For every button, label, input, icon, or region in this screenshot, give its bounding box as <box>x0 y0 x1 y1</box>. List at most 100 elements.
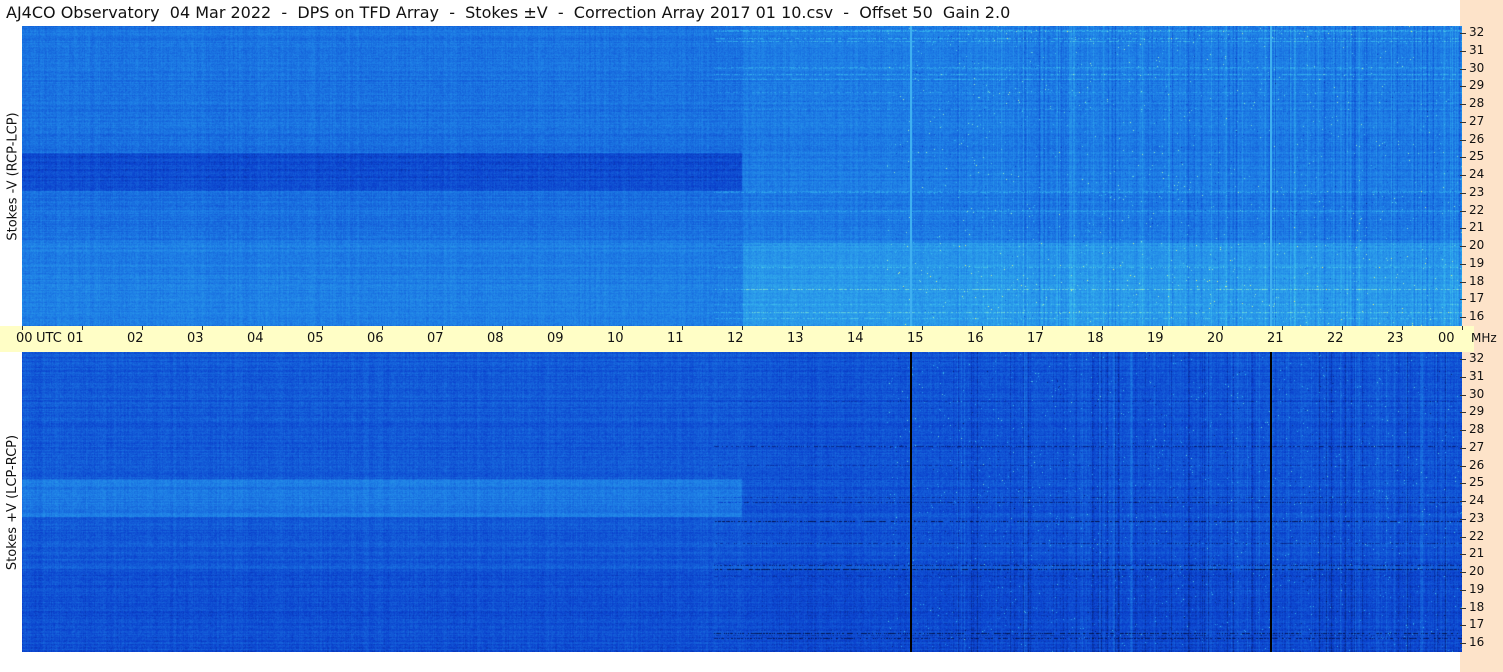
utc-tick-label: 03 <box>187 331 204 346</box>
utc-tick-mark <box>1042 326 1043 330</box>
mhz-tick-mark <box>1460 554 1466 556</box>
vertical-marker-line <box>1270 26 1272 326</box>
mhz-tick-label: 30 <box>1469 60 1485 75</box>
mhz-tick-mark <box>1460 607 1466 609</box>
mhz-tick-mark <box>1460 589 1466 591</box>
utc-tick-label: 19 <box>1147 331 1164 346</box>
utc-tick-mark <box>1282 326 1283 330</box>
top-panel-ylabel-text: Stokes -V (RCP-LCP) <box>5 111 21 241</box>
mhz-tick-mark <box>1460 430 1466 431</box>
vertical-marker-line <box>910 26 912 326</box>
mhz-tick-mark <box>1460 359 1466 360</box>
mhz-tick-label: 25 <box>1469 149 1485 164</box>
mhz-tick-mark <box>1460 50 1466 52</box>
spectrogram-canvas-bottom <box>22 352 1462 652</box>
utc-tick-mark <box>622 326 623 330</box>
utc-time-axis: 00 UTC 01 02 03 04 05 06 07 08 09 10 11 12 13 14 15 16 17 1… <box>0 326 1474 352</box>
mhz-tick-label: 16 <box>1469 635 1485 649</box>
mhz-tick-mark <box>1460 33 1466 34</box>
mhz-tick-mark <box>1460 317 1466 318</box>
spectrogram-canvas-top <box>22 26 1462 326</box>
mhz-tick-mark <box>1460 483 1466 485</box>
utc-tick-label: 15 <box>907 331 924 346</box>
utc-tick-label: 00 <box>16 331 33 346</box>
utc-tick-label: 06 <box>367 331 384 346</box>
mhz-tick-label: 18 <box>1469 273 1485 288</box>
mhz-tick-mark <box>1460 210 1466 212</box>
utc-tick-mark <box>922 326 923 330</box>
utc-tick-label: 09 <box>547 331 564 346</box>
utc-tick-mark <box>802 326 803 330</box>
utc-tick-label: 23 <box>1387 331 1404 346</box>
mhz-tick-mark <box>1460 263 1466 265</box>
utc-tick-label: 10 <box>607 331 624 346</box>
utc-tick-label: 04 <box>247 331 264 346</box>
utc-axis-unit: UTC <box>36 331 62 346</box>
utc-tick-label: 08 <box>487 331 504 346</box>
utc-tick-mark <box>202 326 203 330</box>
utc-tick-mark <box>442 326 443 330</box>
utc-tick-label: 22 <box>1327 331 1344 346</box>
utc-tick-label: 16 <box>967 331 984 346</box>
utc-tick-mark <box>142 326 143 330</box>
mhz-tick-mark <box>1460 465 1466 467</box>
utc-tick-mark <box>742 326 743 330</box>
utc-tick-mark <box>262 326 263 330</box>
utc-tick-mark <box>982 326 983 330</box>
mhz-tick-mark <box>1460 139 1466 141</box>
stokes-minus-v-spectrogram <box>22 26 1462 326</box>
utc-tick-label: 12 <box>727 331 744 346</box>
mhz-tick-mark <box>1460 572 1466 573</box>
mhz-tick-label: 29 <box>1469 404 1485 419</box>
mhz-tick-label: 28 <box>1469 422 1485 436</box>
mhz-tick-label: 31 <box>1469 42 1485 57</box>
mhz-tick-label: 26 <box>1469 457 1485 472</box>
utc-tick-label: 01 <box>67 331 84 346</box>
utc-tick-mark <box>1222 326 1223 330</box>
utc-tick-mark <box>682 326 683 330</box>
utc-tick-mark <box>1462 326 1463 330</box>
utc-tick-label: 11 <box>667 331 684 346</box>
mhz-tick-label: 21 <box>1469 546 1485 561</box>
mhz-tick-label: 26 <box>1469 131 1485 146</box>
utc-tick-mark <box>1162 326 1163 330</box>
mhz-tick-mark <box>1460 643 1466 644</box>
mhz-tick-label: 21 <box>1469 220 1485 235</box>
mhz-tick-mark <box>1460 121 1466 123</box>
utc-tick-mark <box>82 326 83 330</box>
utc-tick-label: 00 <box>1438 331 1455 346</box>
utc-tick-label: 14 <box>847 331 864 346</box>
stokes-plus-v-spectrogram <box>22 352 1462 652</box>
mhz-tick-label: 25 <box>1469 475 1485 490</box>
page-title: AJ4CO Observatory 04 Mar 2022 - DPS on T… <box>6 3 1011 22</box>
utc-tick-label: 05 <box>307 331 324 346</box>
utc-tick-label: 21 <box>1267 331 1284 346</box>
mhz-tick-mark <box>1460 625 1466 627</box>
bottom-panel-ylabel-text: Stokes +V (LCP-RCP) <box>5 434 21 570</box>
mhz-tick-label: 23 <box>1469 510 1485 525</box>
mhz-tick-label: 32 <box>1469 351 1485 365</box>
vertical-marker-line <box>910 352 912 652</box>
utc-tick-mark <box>1102 326 1103 330</box>
mhz-tick-mark <box>1460 299 1466 301</box>
mhz-tick-label: 28 <box>1469 96 1485 110</box>
mhz-tick-label: 23 <box>1469 184 1485 199</box>
mhz-tick-label: 30 <box>1469 386 1485 401</box>
utc-tick-mark <box>322 326 323 330</box>
mhz-tick-label: 32 <box>1469 25 1485 39</box>
mhz-tick-mark <box>1460 376 1466 378</box>
mhz-tick-label: 19 <box>1469 581 1485 596</box>
mhz-tick-mark <box>1460 157 1466 159</box>
utc-tick-mark <box>1402 326 1403 330</box>
mhz-tick-mark <box>1460 228 1466 230</box>
mhz-tick-mark <box>1460 447 1466 449</box>
vertical-marker-line <box>1270 352 1272 652</box>
utc-tick-label: 13 <box>787 331 804 346</box>
mhz-tick-label: 24 <box>1469 167 1485 181</box>
mhz-tick-label: 22 <box>1469 528 1485 543</box>
utc-tick-label: 18 <box>1087 331 1104 346</box>
utc-tick-label: 20 <box>1207 331 1224 346</box>
mhz-tick-label: 20 <box>1469 238 1485 252</box>
mhz-tick-label: 17 <box>1469 291 1485 306</box>
utc-tick-mark <box>862 326 863 330</box>
